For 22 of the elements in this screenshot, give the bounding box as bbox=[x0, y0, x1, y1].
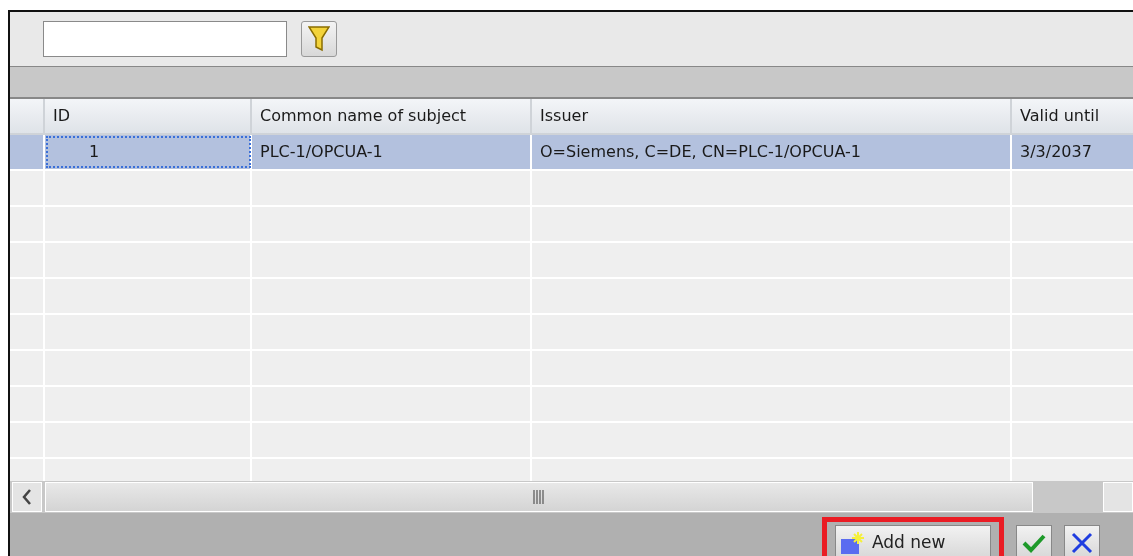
close-icon bbox=[1071, 532, 1093, 554]
scrollbar-thumb[interactable] bbox=[44, 482, 1033, 512]
filter-icon bbox=[308, 25, 330, 53]
selected-row[interactable]: 1 PLC-1/OPCUA-1 O=Siemens, C=DE, CN=PLC-1/OPCUA-1 3/3/2037 bbox=[10, 135, 1133, 171]
chevron-left-icon bbox=[21, 489, 32, 505]
scroll-left-button[interactable] bbox=[12, 482, 42, 512]
cancel-button[interactable] bbox=[1064, 525, 1100, 556]
table-cell: PLC-1/OPCUA-1 bbox=[252, 135, 532, 169]
column-header[interactable]: Common name of subject bbox=[252, 99, 532, 133]
table-cell: O=Siemens, C=DE, CN=PLC-1/OPCUA-1 bbox=[532, 135, 1012, 169]
table-cell: 3/3/2037 bbox=[1012, 135, 1133, 169]
filter-field[interactable] bbox=[43, 21, 287, 57]
confirm-button[interactable] bbox=[1016, 525, 1052, 556]
add-item-icon bbox=[840, 531, 866, 555]
filter-button[interactable] bbox=[301, 21, 337, 57]
checkmark-icon bbox=[1022, 533, 1046, 553]
column-header[interactable]: ID bbox=[45, 99, 252, 133]
grip-icon bbox=[531, 490, 546, 504]
table-cell: 1 bbox=[45, 135, 252, 169]
column-header[interactable]: Valid until bbox=[1012, 99, 1133, 133]
column-header[interactable]: Issuer bbox=[532, 99, 1012, 133]
add-new-button[interactable]: Add new bbox=[835, 525, 991, 556]
